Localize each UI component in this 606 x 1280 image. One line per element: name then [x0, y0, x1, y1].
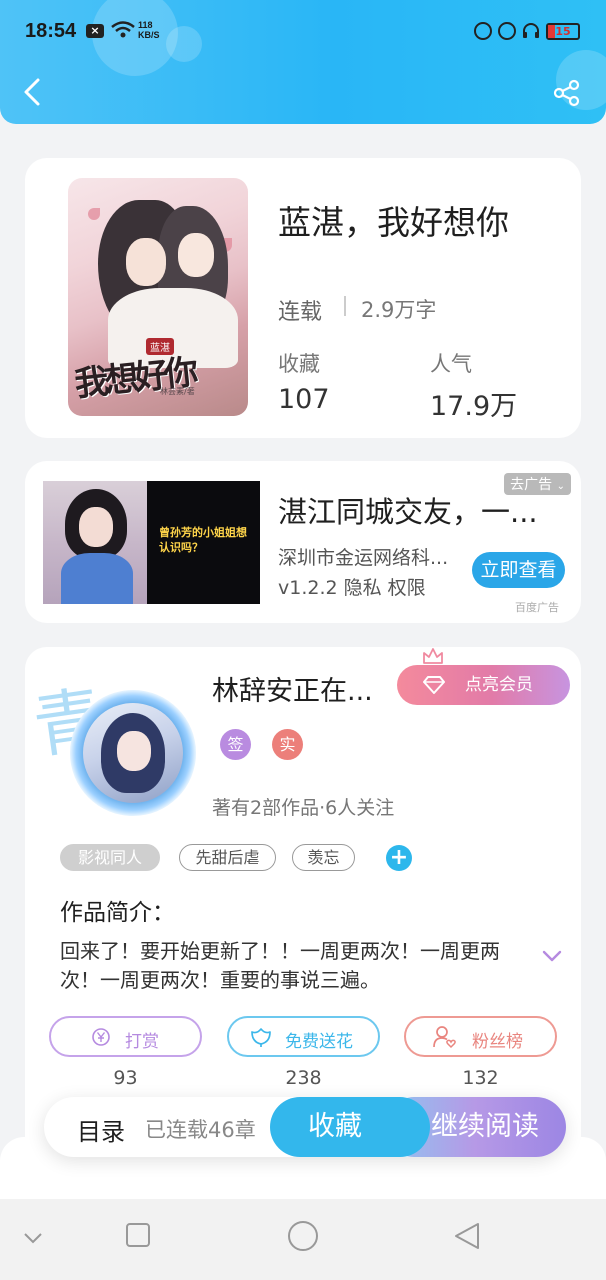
ad-source: 百度广告 — [515, 601, 559, 614]
status-right-icons: 15 — [474, 22, 580, 40]
network-speed: 118 KB/S — [138, 20, 160, 40]
popularity-value: 17.9万 — [430, 391, 518, 422]
author-stats: 著有2部作品·6人关注 — [212, 797, 395, 819]
cover-figure — [178, 233, 214, 277]
send-flower-button[interactable]: 免费送花 — [227, 1016, 380, 1057]
fan-ranking-button[interactable]: 粉丝榜 — [404, 1016, 557, 1057]
flower-count: 238 — [285, 1067, 322, 1089]
cover-author-art: 林芸素/著 — [160, 387, 195, 396]
vip-button-label: 点亮会员 — [465, 675, 533, 695]
signed-badge: 签 — [220, 729, 251, 760]
chevron-left-icon[interactable] — [20, 76, 46, 108]
status-time: 18:54 — [25, 20, 77, 42]
fan-ranking-label: 粉丝榜 — [472, 1032, 523, 1052]
ad-title[interactable]: 湛江同城交友，一... — [278, 489, 538, 531]
sim-off-icon: × — [86, 24, 104, 38]
ad-card[interactable]: 曾孙芳的小姐姐想认识吗？ 去广告 ⌄ 湛江同城交友，一... 深圳市金运网络科.… — [25, 461, 581, 623]
ad-meta[interactable]: v1.2.2 隐私 权限 — [278, 573, 426, 600]
system-navigation-bar — [0, 1199, 606, 1280]
tag-chip[interactable]: 影视同人 — [60, 844, 160, 871]
favorites-value: 107 — [278, 384, 330, 415]
ad-image[interactable]: 曾孙芳的小姐姐想认识吗？ — [43, 481, 260, 604]
alarm-clock-icon — [498, 22, 516, 40]
top-app-bar: 18:54 × 118 KB/S 15 — [0, 0, 606, 124]
diamond-icon — [423, 676, 445, 694]
lock-rotation-icon — [474, 22, 492, 40]
ad-cta-button[interactable]: 立即查看 — [472, 552, 565, 588]
add-to-favorites-button[interactable]: 收藏 — [270, 1097, 430, 1157]
back-triangle-icon[interactable] — [452, 1221, 482, 1251]
battery-level: 15 — [555, 24, 571, 38]
cover-figure — [126, 238, 166, 286]
word-count: 2.9万字 — [361, 298, 437, 322]
author-name[interactable]: 林辞安正在... — [212, 669, 373, 708]
home-icon[interactable] — [286, 1219, 320, 1253]
network-speed-unit: KB/S — [138, 30, 160, 40]
intro-text: 回来了！要开始更新了！！一周更两次！一周更两次！一周更两次！重要的事说三遍。 — [60, 939, 500, 992]
yen-coin-icon — [92, 1028, 110, 1046]
book-info-card: 蓝湛 我想好你 林芸素/著 蓝湛，我好想你 连载 2.9万字 收藏 107 人气… — [25, 158, 581, 438]
recent-apps-icon[interactable] — [124, 1221, 152, 1249]
send-flower-label: 免费送花 — [285, 1032, 353, 1052]
favorites-button-label: 收藏 — [308, 1111, 362, 1142]
ad-company: 深圳市金运网络科... — [278, 547, 449, 569]
headphones-icon — [523, 23, 539, 38]
chevron-down-icon[interactable] — [22, 1231, 44, 1245]
user-heart-icon — [433, 1026, 456, 1049]
network-speed-value: 118 — [138, 20, 153, 30]
chevron-down-icon: ⌄ — [556, 481, 565, 492]
book-cover[interactable]: 蓝湛 我想好你 林芸素/著 — [68, 178, 248, 416]
petal-decoration — [88, 208, 100, 220]
tip-button[interactable]: 打赏 — [49, 1016, 202, 1057]
cover-title-art: 我想好你 — [72, 352, 197, 405]
chapter-count[interactable]: 已连载46章 — [145, 1114, 256, 1144]
add-tag-button[interactable]: + — [386, 845, 412, 871]
ad-image-text: 曾孙芳的小姐姐想认识吗？ — [159, 526, 247, 554]
book-title: 蓝湛，我好想你 — [278, 203, 509, 242]
activate-vip-button[interactable]: 点亮会员 — [397, 665, 570, 705]
tip-count: 93 — [113, 1067, 138, 1089]
tag-chip[interactable]: 先甜后虐 — [179, 844, 276, 871]
favorites-label: 收藏 — [278, 352, 320, 376]
avatar-figure — [117, 731, 151, 771]
avatar[interactable] — [83, 703, 183, 803]
crown-icon — [423, 648, 443, 664]
battery-icon: 15 — [546, 22, 580, 40]
divider — [344, 296, 346, 316]
wifi-icon — [111, 21, 135, 38]
reading-action-bar: 目录 已连载46章 继续阅读 收藏 — [44, 1097, 566, 1157]
share-icon[interactable] — [552, 78, 582, 108]
ad-photo — [79, 507, 113, 547]
status-bar: 18:54 × 118 KB/S 15 — [0, 14, 606, 50]
book-status: 连载 — [278, 300, 323, 325]
table-of-contents-button[interactable]: 目录 — [77, 1112, 125, 1147]
tag-chip[interactable]: 羡忘 — [292, 844, 355, 871]
popularity-label: 人气 — [430, 352, 472, 376]
chevron-down-icon[interactable] — [541, 949, 563, 963]
ad-photo — [61, 553, 133, 604]
flower-icon — [251, 1028, 271, 1047]
tip-label: 打赏 — [125, 1032, 159, 1052]
fan-count: 132 — [462, 1067, 499, 1089]
continue-reading-label: 继续阅读 — [431, 1111, 539, 1142]
intro-heading: 作品简介： — [60, 900, 175, 926]
verified-badge: 实 — [272, 729, 303, 760]
